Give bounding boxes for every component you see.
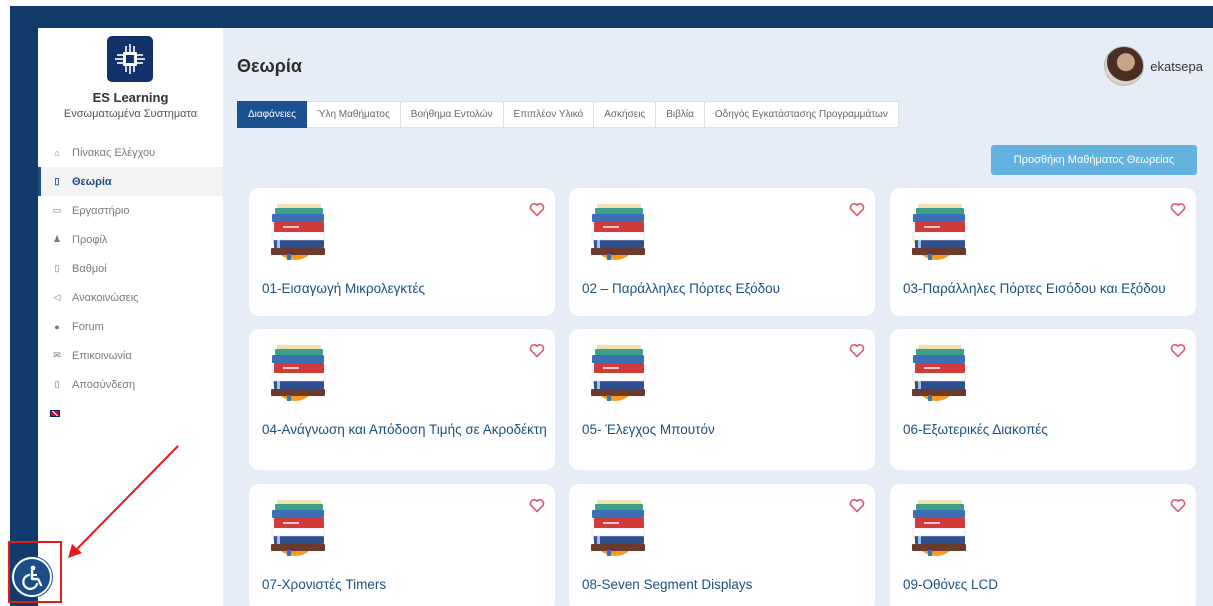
wheelchair-icon <box>22 565 43 590</box>
brand-logo-icon[interactable] <box>107 36 153 82</box>
sidebar-item-profile[interactable]: ♟ Προφίλ <box>38 225 223 254</box>
books-stack-icon <box>265 498 329 558</box>
lesson-card[interactable]: 03-Παράλληλες Πόρτες Εισόδου και Εξόδου <box>890 188 1196 316</box>
sidebar-item-contact[interactable]: ✉ Επικοινωνία <box>38 341 223 370</box>
lesson-card[interactable]: 01-Εισαγωγή Μικρολεγκτές <box>249 188 555 316</box>
books-stack-icon <box>906 343 970 403</box>
lesson-card[interactable]: 09-Οθόνες LCD <box>890 484 1196 606</box>
envelope-icon: ✉ <box>53 350 61 360</box>
sidebar-item-forum[interactable]: ● Forum <box>38 312 223 341</box>
lesson-title[interactable]: 08-Seven Segment Displays <box>582 578 867 592</box>
sidebar-item-label: Ανακοινώσεις <box>72 291 139 304</box>
lesson-title[interactable]: 02 – Παράλληλες Πόρτες Εξόδου <box>582 282 867 296</box>
favorite-heart-icon[interactable] <box>529 498 545 513</box>
favorite-heart-icon[interactable] <box>529 343 545 358</box>
tab-exercises[interactable]: Ασκήσεις <box>594 101 657 128</box>
lesson-card[interactable]: 07-Χρονιστές Timers <box>249 484 555 606</box>
lesson-title[interactable]: 06-Εξωτερικές Διακοπές <box>903 423 1188 437</box>
browser-viewport: ES Learning Ενσωματωμένα Συστηματα ⌂ Πίνα… <box>0 0 1213 606</box>
add-theory-lesson-button[interactable]: Προσθήκη Μαθήματος Θεωρείας <box>991 145 1197 175</box>
user-menu[interactable]: ekatsepa <box>1104 46 1203 86</box>
accessibility-button[interactable] <box>12 557 52 597</box>
sidebar-item-label: Βαθμοί <box>72 262 107 275</box>
avatar[interactable] <box>1104 46 1145 86</box>
books-stack-icon <box>265 343 329 403</box>
tab-slides[interactable]: Διαφάνειες <box>237 101 307 128</box>
sidebar-item-label: Αποσύνδεση <box>72 378 136 391</box>
sidebar-nav: ⌂ Πίνακας Ελέγχου ▯ Θεωρία ▭ Εργαστήριο ♟ Πρ… <box>38 138 223 428</box>
language-switch[interactable] <box>38 399 223 428</box>
sidebar-item-logout[interactable]: ▯ Αποσύνδεση <box>38 370 223 399</box>
lesson-title[interactable]: 07-Χρονιστές Timers <box>262 578 547 592</box>
books-stack-icon <box>906 202 970 262</box>
page-title: Θεωρία <box>237 56 302 76</box>
books-stack-icon <box>906 498 970 558</box>
favorite-heart-icon[interactable] <box>1170 343 1186 358</box>
lesson-title[interactable]: 04-Ανάγνωση και Απόδοση Τιμής σε Ακροδέκ… <box>262 423 547 437</box>
tab-extra-material[interactable]: Επιπλέον Υλικό <box>503 101 595 128</box>
comments-icon: ● <box>54 321 60 332</box>
user-icon: ♟ <box>52 234 62 244</box>
top-frame-bar <box>10 6 1213 28</box>
sidebar-item-label: Επικοινωνία <box>72 349 132 362</box>
lesson-card[interactable]: 04-Ανάγνωση και Απόδοση Τιμής σε Ακροδέκ… <box>249 329 555 470</box>
tab-course-material[interactable]: Ύλη Μαθήματος <box>306 101 401 128</box>
sidebar-item-label: Θεωρία <box>72 175 112 188</box>
brand-subtitle: Ενσωματωμένα Συστηματα <box>63 108 198 120</box>
left-frame-bar <box>10 6 38 606</box>
lesson-card[interactable]: 08-Seven Segment Displays <box>569 484 875 606</box>
megaphone-icon: ◁ <box>53 292 61 302</box>
tab-books[interactable]: Βιβλία <box>656 101 705 128</box>
favorite-heart-icon[interactable] <box>1170 498 1186 513</box>
sidebar-item-label: Προφίλ <box>72 233 108 246</box>
uk-flag-icon[interactable] <box>50 410 60 417</box>
sidebar-item-dashboard[interactable]: ⌂ Πίνακας Ελέγχου <box>38 138 223 167</box>
tab-command-help[interactable]: Βοήθημα Εντολών <box>400 101 504 128</box>
book-icon: ▯ <box>54 176 60 186</box>
username[interactable]: ekatsepa <box>1150 59 1203 74</box>
sidebar-item-grades[interactable]: ▯ Βαθμοί <box>38 254 223 283</box>
tab-bar: Διαφάνειες Ύλη Μαθήματος Βοήθημα Εντολών… <box>237 101 899 128</box>
favorite-heart-icon[interactable] <box>849 498 865 513</box>
sidebar-item-announcements[interactable]: ◁ Ανακοινώσεις <box>38 283 223 312</box>
favorite-heart-icon[interactable] <box>1170 202 1186 217</box>
favorite-heart-icon[interactable] <box>849 202 865 217</box>
annotation-arrow-icon <box>68 445 179 558</box>
main-content: Θεωρία ekatsepa Διαφάνειες Ύλη Μαθήματος… <box>223 28 1213 606</box>
sidebar-item-theory[interactable]: ▯ Θεωρία <box>38 167 223 196</box>
lesson-title[interactable]: 03-Παράλληλες Πόρτες Εισόδου και Εξόδου <box>903 282 1188 296</box>
lesson-card[interactable]: 02 – Παράλληλες Πόρτες Εξόδου <box>569 188 875 316</box>
books-stack-icon <box>585 343 649 403</box>
books-stack-icon <box>585 498 649 558</box>
lesson-title[interactable]: 05- Έλεγχος Μπουτόν <box>582 423 867 437</box>
books-stack-icon <box>585 202 649 262</box>
favorite-heart-icon[interactable] <box>529 202 545 217</box>
logout-icon: ▯ <box>54 379 60 389</box>
lesson-title[interactable]: 09-Οθόνες LCD <box>903 578 1188 592</box>
sidebar-item-lab[interactable]: ▭ Εργαστήριο <box>38 196 223 225</box>
grades-icon: ▯ <box>54 263 60 273</box>
monitor-icon: ▭ <box>52 205 62 215</box>
favorite-heart-icon[interactable] <box>849 343 865 358</box>
lesson-card[interactable]: 06-Εξωτερικές Διακοπές <box>890 329 1196 470</box>
brand-title: ES Learning <box>92 90 169 105</box>
tab-install-guide[interactable]: Οδηγός Εγκατάστασης Προγραμμάτων <box>704 101 899 128</box>
chip-icon <box>115 44 145 74</box>
sidebar-item-label: Forum <box>72 320 104 333</box>
sidebar-item-label: Εργαστήριο <box>72 204 130 217</box>
lesson-title[interactable]: 01-Εισαγωγή Μικρολεγκτές <box>262 282 547 296</box>
lesson-card[interactable]: 05- Έλεγχος Μπουτόν <box>569 329 875 470</box>
books-stack-icon <box>265 202 329 262</box>
home-icon: ⌂ <box>54 147 60 158</box>
sidebar-item-label: Πίνακας Ελέγχου <box>72 146 156 159</box>
